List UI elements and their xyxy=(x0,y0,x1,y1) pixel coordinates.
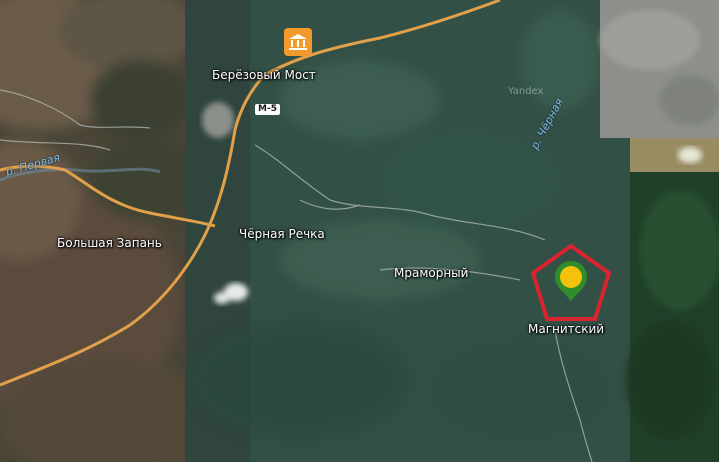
landmark-icon xyxy=(289,34,307,50)
settlement-label-bolshaya-zapan[interactable]: Большая Запань xyxy=(57,236,162,250)
map-watermark: Yandex xyxy=(508,86,544,97)
pentagon-marker-icon xyxy=(530,243,612,321)
settlement-label-chernaya-rechka[interactable]: Чёрная Речка xyxy=(239,227,325,241)
location-marker[interactable] xyxy=(529,243,613,327)
landmark-poi-button[interactable] xyxy=(284,28,312,56)
satellite-imagery xyxy=(0,0,719,462)
map-view[interactable]: М-5 Yandex р. Первая р. Чёрная Берёзовый… xyxy=(0,0,719,462)
settlement-label-berezovy-most[interactable]: Берёзовый Мост xyxy=(212,68,316,82)
settlement-label-mramorny[interactable]: Мраморный xyxy=(394,266,468,280)
road-shield-m5: М-5 xyxy=(255,104,280,115)
